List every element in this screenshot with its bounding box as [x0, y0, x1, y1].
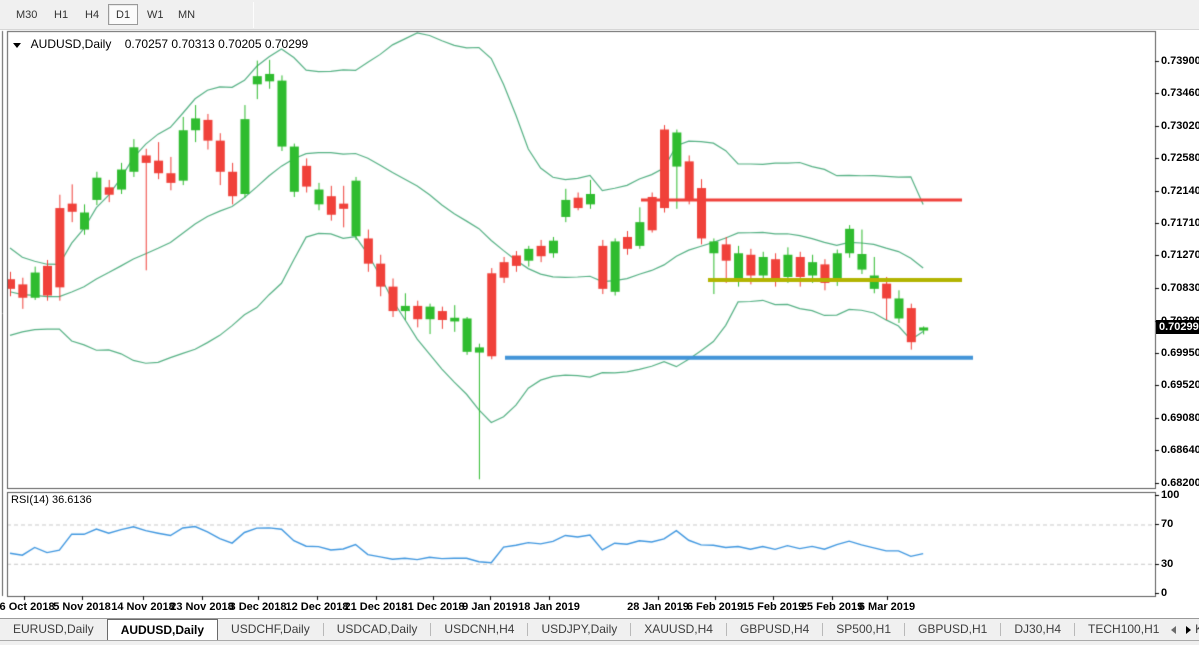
chart-canvas[interactable] [0, 0, 1199, 645]
date-axis-label: 31 Dec 2018 [402, 601, 465, 613]
status-strip [0, 640, 1199, 645]
chart-title: AUDUSD,Daily 0.70257 0.70313 0.70205 0.7… [13, 37, 308, 51]
date-axis-label: 18 Jan 2019 [518, 601, 580, 613]
rsi-axis-label: 100 [1161, 490, 1179, 501]
tab-usdjpy-daily[interactable]: USDJPY,Daily [528, 619, 630, 640]
timeframe-button-h4[interactable]: H4 [77, 4, 107, 25]
price-axis-label: 0.69950 [1161, 348, 1199, 359]
rsi-axis-label: 30 [1161, 559, 1173, 570]
rsi-axis-label: 70 [1161, 519, 1173, 530]
tab-tech100-h1[interactable]: TECH100,H1 [1075, 619, 1172, 640]
price-axis-label: 0.68200 [1161, 478, 1199, 489]
chart-title-ohlc: 0.70257 0.70313 0.70205 0.70299 [125, 37, 309, 51]
tab-scroll-right-icon[interactable] [1186, 626, 1191, 634]
tab-scroll-controls [1167, 619, 1195, 640]
price-axis-label: 0.73460 [1161, 88, 1199, 99]
tab-gbpusd-h1[interactable]: GBPUSD,H1 [905, 619, 1000, 640]
date-axis-label: 6 Mar 2019 [859, 601, 915, 613]
date-axis-label: 15 Feb 2019 [742, 601, 804, 613]
tab-xauusd-h4[interactable]: XAUUSD,H4 [631, 619, 726, 640]
tab-audusd-daily[interactable]: AUDUSD,Daily [107, 619, 218, 640]
date-axis-label: 9 Jan 2019 [462, 601, 518, 613]
timeframe-button-mn[interactable]: MN [170, 4, 203, 25]
timeframe-button-m30[interactable]: M30 [8, 4, 45, 25]
date-axis-label: 14 Nov 2018 [111, 601, 175, 613]
tab-gbpusd-h4[interactable]: GBPUSD,H4 [727, 619, 822, 640]
tab-sp500-h1[interactable]: SP500,H1 [823, 619, 904, 640]
tab-usdcnh-h4[interactable]: USDCNH,H4 [431, 619, 527, 640]
date-axis-label: 23 Nov 2018 [170, 601, 234, 613]
price-axis-label: 0.71270 [1161, 250, 1199, 261]
rsi-axis-label: 0 [1161, 588, 1167, 599]
price-axis-label: 0.73900 [1161, 56, 1199, 67]
price-axis-label: 0.73020 [1161, 121, 1199, 132]
price-axis-label: 0.69520 [1161, 380, 1199, 391]
price-axis-label: 0.71710 [1161, 218, 1199, 229]
price-axis-label: 0.72140 [1161, 186, 1199, 197]
tab-dj30-h4[interactable]: DJ30,H4 [1001, 619, 1074, 640]
price-axis-label: 0.69080 [1161, 413, 1199, 424]
symbol-tabbar: EURUSD,DailyAUDUSD,DailyUSDCHF,DailyUSDC… [0, 618, 1199, 640]
price-axis-label: 0.72580 [1161, 153, 1199, 164]
tab-scroll-left-icon[interactable] [1171, 626, 1176, 634]
date-axis-label: 28 Jan 2019 [627, 601, 689, 613]
date-axis-label: 12 Dec 2018 [286, 601, 349, 613]
toolbar-separator [253, 2, 254, 28]
date-axis-label: 25 Feb 2019 [801, 601, 863, 613]
timeframe-button-h1[interactable]: H1 [46, 4, 76, 25]
price-axis-label: 0.70830 [1161, 283, 1199, 294]
terminal-window: M30H1H4D1W1MN AUDUSD,Daily 0.70257 0.703… [0, 0, 1199, 645]
timeframe-button-d1[interactable]: D1 [108, 4, 138, 25]
symbol-dropdown-icon[interactable] [13, 43, 21, 48]
timeframe-button-w1[interactable]: W1 [139, 4, 172, 25]
date-axis-label: 6 Feb 2019 [687, 601, 743, 613]
date-axis-label: 26 Oct 2018 [0, 601, 55, 613]
chart-title-symbol: AUDUSD,Daily [31, 37, 112, 51]
tab-eurusd-daily[interactable]: EURUSD,Daily [0, 619, 107, 640]
tab-usdchf-daily[interactable]: USDCHF,Daily [218, 619, 323, 640]
tab-usdcad-daily[interactable]: USDCAD,Daily [324, 619, 431, 640]
date-axis-label: 3 Dec 2018 [230, 601, 287, 613]
date-axis-label: 21 Dec 2018 [345, 601, 408, 613]
rsi-indicator-label: RSI(14) 36.6136 [11, 494, 92, 506]
timeframe-toolbar: M30H1H4D1W1MN [0, 0, 1199, 30]
date-axis-label: 5 Nov 2018 [53, 601, 110, 613]
price-axis-label: 0.68640 [1161, 445, 1199, 456]
current-price-box: 0.70299 [1156, 320, 1199, 334]
